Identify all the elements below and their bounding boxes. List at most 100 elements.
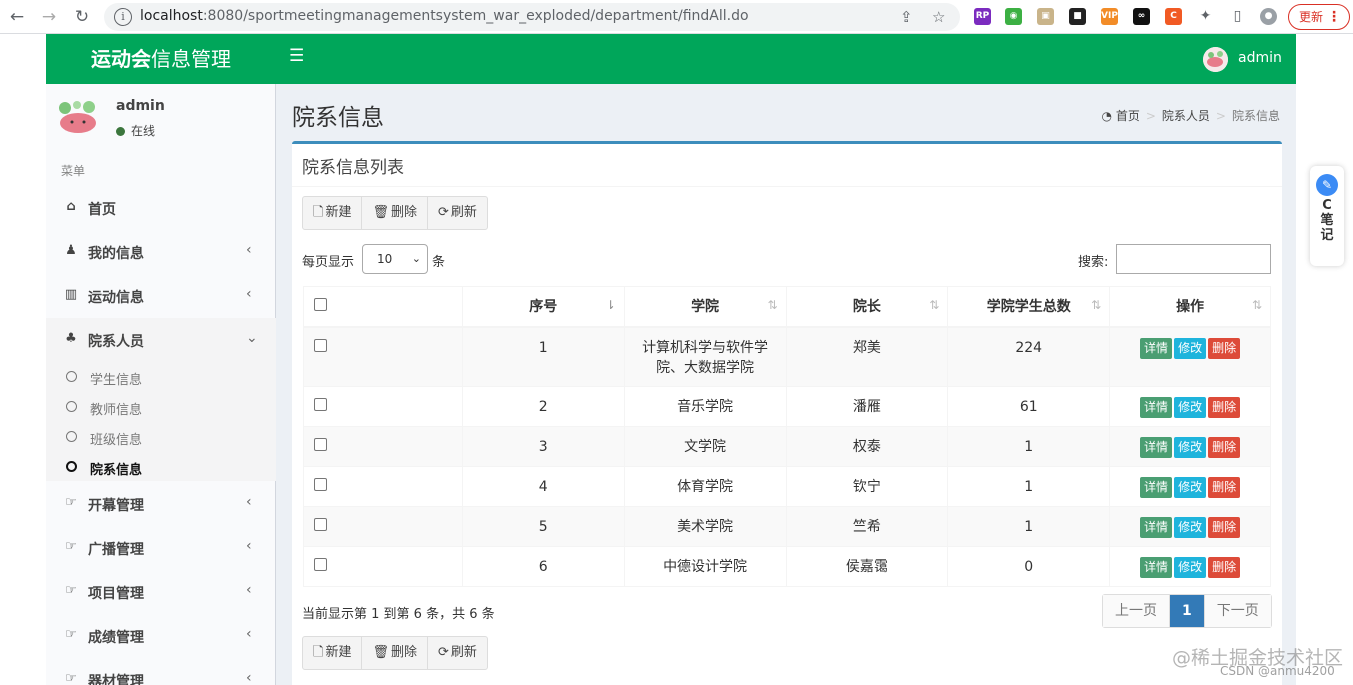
delete-button[interactable]: 🗑 删除 (362, 637, 428, 669)
row-checkbox[interactable] (314, 558, 327, 571)
header-username[interactable]: admin (1238, 50, 1282, 66)
header-avatar[interactable] (1203, 47, 1228, 72)
app-logo[interactable]: 运动会信息管理 (46, 34, 276, 84)
row-delete-button[interactable]: 删除 (1208, 437, 1241, 458)
file-icon: 🗋 (313, 645, 324, 660)
back-icon[interactable]: ← (6, 6, 28, 28)
edit-button[interactable]: 修改 (1174, 437, 1207, 458)
row-delete-button[interactable]: 删除 (1208, 397, 1241, 418)
breadcrumb-home[interactable]: 首页 (1116, 109, 1140, 123)
row-delete-button[interactable]: 删除 (1208, 337, 1241, 359)
department-submenu: 学生信息 教师信息 班级信息 院系信息 (46, 361, 276, 481)
row-checkbox[interactable] (314, 338, 327, 352)
row-checkbox[interactable] (314, 518, 327, 531)
row-checkbox[interactable] (314, 438, 327, 451)
sidebar-item-events[interactable]: ☞ 项目管理 ‹ (46, 570, 276, 614)
edit-button[interactable]: 修改 (1174, 477, 1207, 498)
side-panel-icon[interactable]: ▯ (1229, 8, 1246, 25)
detail-button[interactable]: 详情 (1140, 437, 1173, 458)
prev-page-button[interactable]: 上一页 (1103, 595, 1170, 627)
column-header-dean[interactable]: 院长 ⇅ (785, 286, 949, 328)
browser-menu-icon[interactable]: ⋮ (1327, 5, 1341, 29)
submenu-item-departments[interactable]: 院系信息 (46, 453, 276, 483)
sidebar-item-broadcast[interactable]: ☞ 广播管理 ‹ (46, 526, 276, 570)
logo-bold: 运动会 (91, 47, 151, 71)
forward-icon[interactable]: → (38, 6, 60, 28)
extensions-puzzle-icon[interactable]: ✦ (1197, 8, 1214, 25)
table-row: 3 文学院 权泰 1 详情 修改 删除 (303, 426, 1271, 467)
row-checkbox[interactable] (314, 478, 327, 491)
extension-loop-icon[interactable]: ∞ (1133, 8, 1150, 25)
select-all-checkbox[interactable] (314, 297, 327, 311)
submenu-item-teachers[interactable]: 教师信息 (46, 393, 276, 423)
next-page-button[interactable]: 下一页 (1204, 595, 1271, 627)
extension-game-icon[interactable]: ■ (1069, 8, 1086, 25)
refresh-button[interactable]: ⟳ 刷新 (428, 197, 487, 229)
sidebar-item-department-staff[interactable]: ♣ 院系人员 ⌄ (46, 318, 276, 362)
extension-rp-icon[interactable]: RP (974, 8, 991, 25)
detail-button[interactable]: 详情 (1140, 397, 1173, 418)
column-header-college[interactable]: 学院 ⇅ (623, 286, 787, 328)
cell-college: 计算机科学与软件学院、大数据学院 (623, 326, 787, 387)
detail-button[interactable]: 详情 (1140, 557, 1173, 578)
edit-button[interactable]: 修改 (1174, 517, 1207, 538)
circle-icon (66, 401, 77, 412)
main-content: 院系信息 ◔ 首页 > 院系人员 > 院系信息 院系信息列表 🗋 新建 🗑 删除 ⟳ 刷新 每… (276, 84, 1296, 685)
new-button[interactable]: 🗋 新建 (303, 637, 363, 669)
browser-update-button[interactable]: 更新 ⋮ (1288, 4, 1350, 30)
extension-chat-icon[interactable]: ◉ (1005, 8, 1022, 25)
share-icon[interactable]: ⇪ (900, 8, 913, 26)
profile-icon[interactable]: ● (1260, 8, 1277, 25)
new-button[interactable]: 🗋 新建 (303, 197, 363, 229)
detail-button[interactable]: 详情 (1140, 337, 1173, 359)
browser-toolbar: ← → ↻ i localhost:8080/sportmeetingmanag… (0, 0, 1353, 34)
breadcrumb-separator: > (1215, 109, 1226, 123)
sidebar-item-home[interactable]: ⌂ 首页 (46, 186, 276, 230)
cell-dean: 钦宁 (785, 466, 949, 507)
edit-button[interactable]: 修改 (1174, 337, 1207, 359)
sidebar-item-sports-info[interactable]: ▥ 运动信息 ‹ (46, 274, 276, 318)
detail-button[interactable]: 详情 (1140, 517, 1173, 538)
sidebar-item-equipment[interactable]: ☞ 器材管理 ‹ (46, 658, 276, 685)
chevron-left-icon: ‹ (246, 242, 252, 258)
column-header-actions[interactable]: 操作 ⇅ (1109, 286, 1271, 328)
row-checkbox[interactable] (314, 398, 327, 411)
sidebar-toggle-icon[interactable]: ☰ (289, 46, 304, 66)
row-delete-button[interactable]: 删除 (1208, 477, 1241, 498)
edit-button[interactable]: 修改 (1174, 397, 1207, 418)
submenu-label: 院系信息 (90, 463, 143, 478)
breadcrumb: ◔ 首页 > 院系人员 > 院系信息 (1102, 107, 1280, 124)
row-delete-button[interactable]: 删除 (1208, 517, 1241, 538)
page-length-select[interactable]: 10 ⌄ (362, 244, 428, 274)
search-input[interactable] (1116, 244, 1271, 274)
submenu-item-classes[interactable]: 班级信息 (46, 423, 276, 453)
page-1-button[interactable]: 1 (1170, 595, 1205, 627)
edit-button[interactable]: 修改 (1174, 557, 1207, 578)
delete-button[interactable]: 🗑 删除 (362, 197, 428, 229)
row-select-cell (303, 546, 463, 587)
reload-icon[interactable]: ↻ (71, 6, 93, 28)
breadcrumb-current: 院系信息 (1231, 109, 1280, 123)
site-info-icon[interactable]: i (114, 8, 132, 26)
sidebar-item-label: 院系人员 (88, 334, 144, 350)
bookmark-star-icon[interactable]: ☆ (932, 8, 945, 26)
address-bar[interactable]: i localhost:8080/sportmeetingmanagements… (104, 3, 960, 31)
breadcrumb-staff[interactable]: 院系人员 (1162, 109, 1210, 123)
sidebar-item-opening[interactable]: ☞ 开幕管理 ‹ (46, 482, 276, 526)
sidebar-item-my-info[interactable]: ♟ 我的信息 ‹ (46, 230, 276, 274)
extension-image-icon[interactable]: ▣ (1037, 8, 1054, 25)
url-host: localhost (140, 8, 203, 24)
column-header-id[interactable]: 序号 ⇂ (461, 286, 625, 328)
refresh-button[interactable]: ⟳ 刷新 (428, 637, 487, 669)
detail-button[interactable]: 详情 (1140, 477, 1173, 498)
row-delete-button[interactable]: 删除 (1208, 557, 1241, 578)
submenu-item-students[interactable]: 学生信息 (46, 363, 276, 393)
extension-vip-icon[interactable]: VIP (1101, 8, 1118, 25)
extension-c-icon[interactable]: C (1165, 8, 1182, 25)
user-icon: ♟ (65, 243, 77, 258)
cell-total: 1 (947, 466, 1111, 507)
column-header-total[interactable]: 学院学生总数 ⇅ (947, 286, 1111, 328)
sidebar-item-scores[interactable]: ☞ 成绩管理 ‹ (46, 614, 276, 658)
note-widget[interactable]: ✎ C 笔 记 (1310, 166, 1344, 266)
page-gutter-right (1296, 34, 1353, 685)
